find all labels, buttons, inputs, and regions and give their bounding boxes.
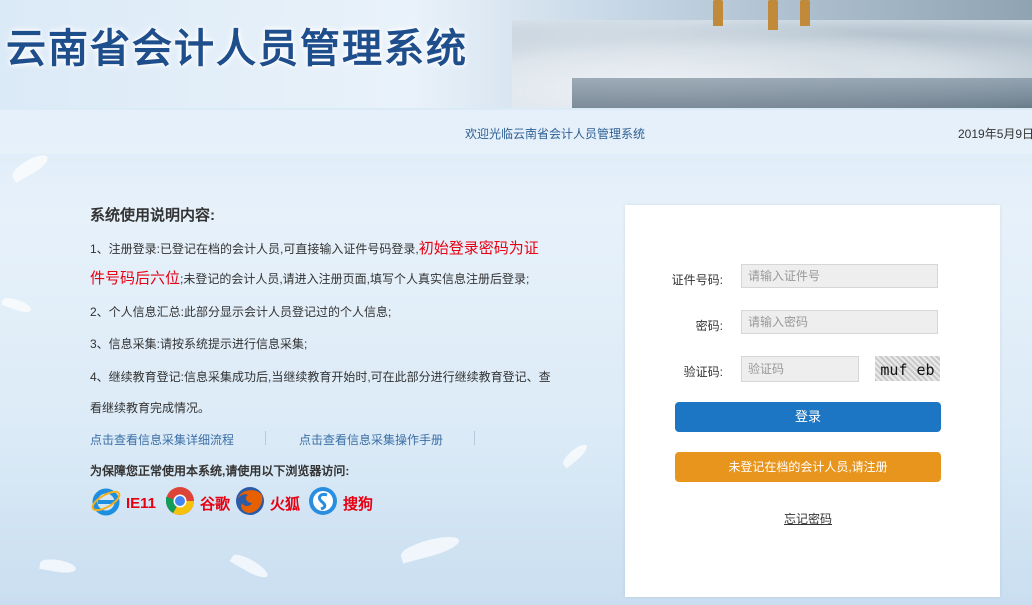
browser-sogou[interactable]: 搜狗 xyxy=(307,486,373,520)
link-divider xyxy=(265,431,266,445)
highlight-text: 初始登录密码为证 xyxy=(418,240,539,257)
browser-name: 火狐 xyxy=(270,495,301,513)
captcha-label: 验证码: xyxy=(683,365,723,379)
instruction-item-4: 4、继续教育登记:信息采集成功后,当继续教育开始时,可在此部分进行继续教育登记、… xyxy=(90,370,551,384)
pagoda-decoration xyxy=(713,0,723,26)
feather-decoration xyxy=(9,150,51,184)
id-number-label: 证件号码: xyxy=(671,273,723,287)
login-button[interactable]: 登录 xyxy=(675,402,941,432)
info-process-link[interactable]: 点击查看信息采集详细流程 xyxy=(90,431,234,448)
instruction-item-1: 1、注册登录:已登记在档的会计人员,可直接输入证件号码登录,初始登录密码为证 xyxy=(90,237,539,258)
id-number-input[interactable] xyxy=(741,264,938,288)
browser-name: 谷歌 xyxy=(200,495,231,513)
pagoda-decoration xyxy=(800,0,810,26)
browser-name: IE11 xyxy=(126,494,157,512)
feather-decoration xyxy=(398,532,462,564)
feather-decoration xyxy=(1,295,33,315)
banner-lake xyxy=(572,78,1032,108)
password-label: 密码: xyxy=(695,319,723,333)
sogou-icon xyxy=(307,485,339,521)
instruction-item-2: 2、个人信息汇总:此部分显示会计人员登记过的个人信息; xyxy=(90,305,392,319)
feather-decoration xyxy=(560,441,590,469)
instruction-item-1-cont: 件号码后六位;未登记的会计人员,请进入注册页面,填写个人真实信息注册后登录; xyxy=(90,267,529,288)
browser-chrome[interactable]: 谷歌 xyxy=(164,486,230,520)
captcha-image[interactable]: muf eb xyxy=(875,356,940,381)
instruction-item-4-cont: 看继续教育完成情况。 xyxy=(90,401,211,415)
browser-ie11[interactable]: IE11 xyxy=(90,486,156,520)
pagoda-decoration xyxy=(768,0,778,30)
instruction-text: 1、注册登录:已登记在档的会计人员,可直接输入证件号码登录, xyxy=(90,242,419,256)
system-title: 云南省会计人员管理系统 xyxy=(6,26,468,72)
captcha-input[interactable] xyxy=(741,356,859,382)
ie-icon xyxy=(90,485,122,521)
feather-decoration xyxy=(39,556,77,576)
firefox-icon xyxy=(234,485,266,521)
browser-tip: 为保障您正常使用本系统,请使用以下浏览器访问: xyxy=(90,464,350,478)
browser-name: 搜狗 xyxy=(343,495,374,513)
info-manual-link[interactable]: 点击查看信息采集操作手册 xyxy=(299,431,443,448)
forgot-password-link[interactable]: 忘记密码 xyxy=(784,510,832,527)
chrome-icon xyxy=(164,485,196,521)
instruction-item-3: 3、信息采集:请按系统提示进行信息采集; xyxy=(90,337,308,351)
password-input[interactable] xyxy=(741,310,938,334)
browser-firefox[interactable]: 火狐 xyxy=(234,486,300,520)
date-text: 2019年5月9日 xyxy=(958,127,1032,141)
link-divider xyxy=(474,431,475,445)
feather-decoration xyxy=(229,550,271,582)
highlight-text: 件号码后六位 xyxy=(90,270,181,287)
instructions-title: 系统使用说明内容: xyxy=(90,207,215,224)
welcome-text: 欢迎光临云南省会计人员管理系统 xyxy=(465,127,646,141)
register-button[interactable]: 未登记在档的会计人员,请注册 xyxy=(675,452,941,482)
instruction-text: ;未登记的会计人员,请进入注册页面,填写个人真实信息注册后登录; xyxy=(180,272,530,286)
